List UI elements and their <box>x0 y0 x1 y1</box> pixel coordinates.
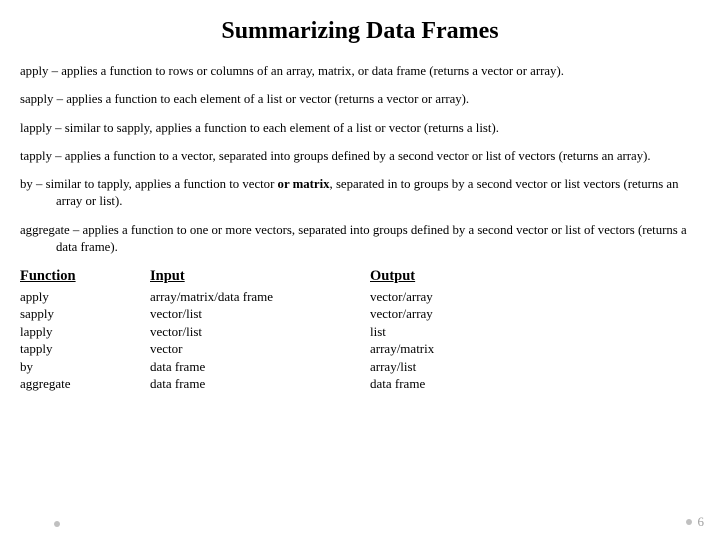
def-by-pre: by – similar to tapply, applies a functi… <box>20 177 278 191</box>
table-row: aggregate data frame data frame <box>20 375 700 393</box>
def-by: by – similar to tapply, applies a functi… <box>20 176 700 211</box>
table-row: tapply vector array/matrix <box>20 340 700 358</box>
table-row: by data frame array/list <box>20 358 700 376</box>
cell-func: lapply <box>20 323 150 341</box>
cell-output: data frame <box>370 375 700 393</box>
table-row: apply array/matrix/data frame vector/arr… <box>20 288 700 306</box>
cell-output: vector/array <box>370 288 700 306</box>
page-number: 6 <box>698 514 705 530</box>
decorative-dot-icon <box>686 519 692 525</box>
cell-input: vector/list <box>150 323 370 341</box>
header-function: Function <box>20 267 150 287</box>
table-body: apply array/matrix/data frame vector/arr… <box>20 288 700 393</box>
cell-input: vector/list <box>150 305 370 323</box>
cell-input: vector <box>150 340 370 358</box>
cell-func: aggregate <box>20 375 150 393</box>
cell-output: array/matrix <box>370 340 700 358</box>
cell-input: array/matrix/data frame <box>150 288 370 306</box>
def-aggregate: aggregate – applies a function to one or… <box>20 222 700 257</box>
header-input: Input <box>150 267 370 287</box>
def-lapply: lapply – similar to sapply, applies a fu… <box>20 120 700 137</box>
cell-func: by <box>20 358 150 376</box>
cell-func: sapply <box>20 305 150 323</box>
cell-output: array/list <box>370 358 700 376</box>
def-by-bold: or matrix <box>278 177 330 191</box>
def-tapply: tapply – applies a function to a vector,… <box>20 148 700 165</box>
cell-input: data frame <box>150 375 370 393</box>
cell-func: tapply <box>20 340 150 358</box>
header-output: Output <box>370 267 700 287</box>
def-apply: apply – applies a function to rows or co… <box>20 63 700 80</box>
table-row: sapply vector/list vector/array <box>20 305 700 323</box>
table-row: lapply vector/list list <box>20 323 700 341</box>
page-footer: 6 <box>686 514 705 530</box>
page-title: Summarizing Data Frames <box>20 18 700 45</box>
summary-table: Function Input Output apply array/matrix… <box>20 267 700 393</box>
definitions-block: apply – applies a function to rows or co… <box>20 63 700 256</box>
cell-output: list <box>370 323 700 341</box>
cell-input: data frame <box>150 358 370 376</box>
def-sapply: sapply – applies a function to each elem… <box>20 91 700 108</box>
cell-func: apply <box>20 288 150 306</box>
cell-output: vector/array <box>370 305 700 323</box>
table-header-row: Function Input Output <box>20 267 700 287</box>
decorative-dot-icon <box>54 521 60 527</box>
